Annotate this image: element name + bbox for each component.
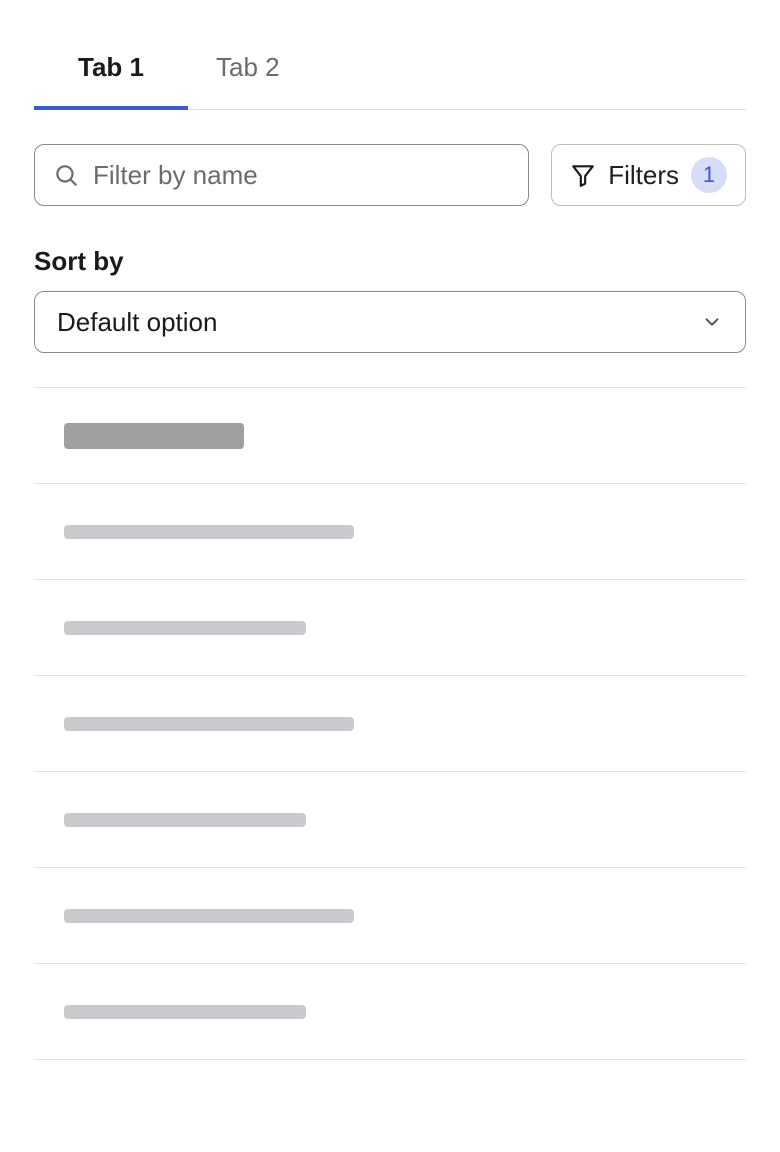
sort-select[interactable]: Default option — [34, 291, 746, 353]
skeleton-bar — [64, 909, 354, 923]
list-item[interactable] — [34, 964, 746, 1060]
tab-1[interactable]: Tab 1 — [78, 52, 144, 109]
chevron-down-icon — [701, 311, 723, 333]
tab-2[interactable]: Tab 2 — [216, 52, 280, 109]
tabs: Tab 1 Tab 2 — [34, 52, 746, 110]
list-item[interactable] — [34, 772, 746, 868]
sort-by-label: Sort by — [34, 246, 746, 277]
sort-selected-value: Default option — [57, 307, 217, 338]
skeleton-bar — [64, 621, 306, 635]
filters-button-label: Filters — [608, 160, 679, 191]
list-item[interactable] — [34, 676, 746, 772]
filters-button[interactable]: Filters 1 — [551, 144, 746, 206]
filter-by-name-field[interactable] — [34, 144, 529, 206]
skeleton-bar — [64, 423, 244, 449]
search-icon — [53, 162, 79, 188]
results-list — [34, 387, 746, 1060]
filter-icon — [570, 162, 596, 188]
filters-count-badge: 1 — [691, 157, 727, 193]
skeleton-bar — [64, 813, 306, 827]
list-item[interactable] — [34, 388, 746, 484]
skeleton-bar — [64, 525, 354, 539]
list-item[interactable] — [34, 580, 746, 676]
filter-by-name-input[interactable] — [91, 159, 510, 192]
controls-row: Filters 1 — [34, 144, 746, 206]
skeleton-bar — [64, 717, 354, 731]
list-item[interactable] — [34, 484, 746, 580]
list-item[interactable] — [34, 868, 746, 964]
skeleton-bar — [64, 1005, 306, 1019]
